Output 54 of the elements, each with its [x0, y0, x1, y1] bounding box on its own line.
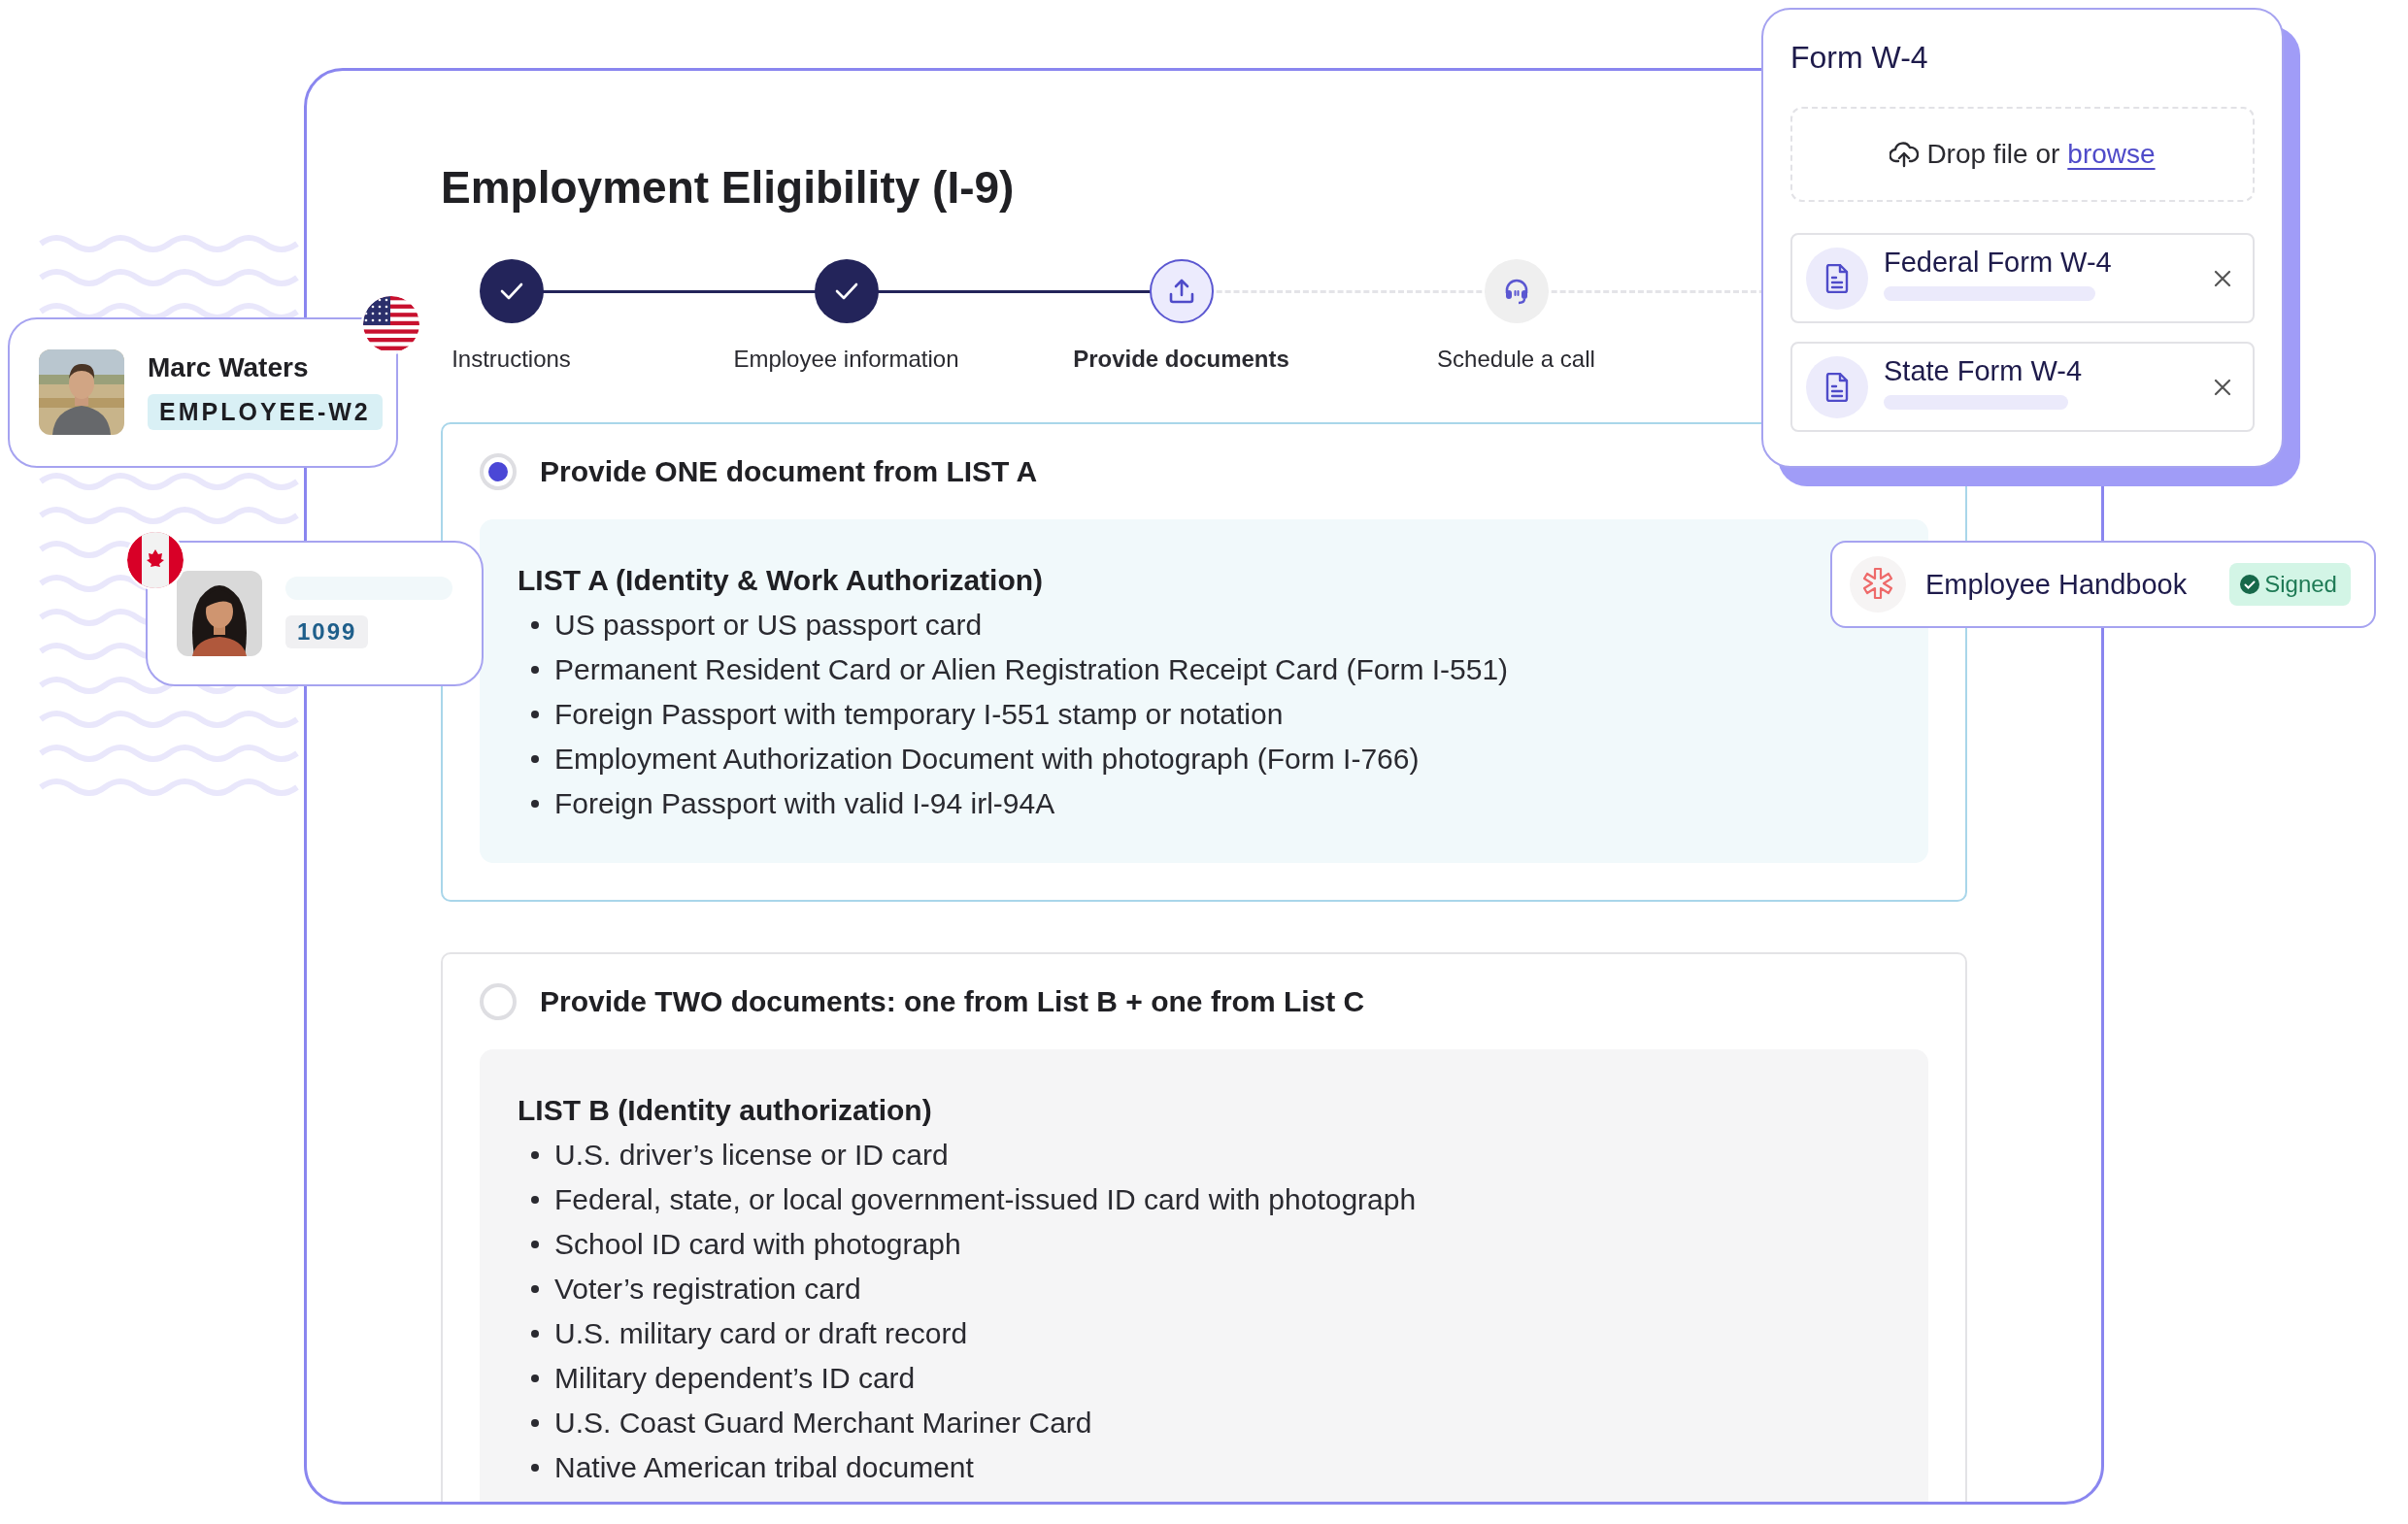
- bullet-icon: [531, 666, 539, 674]
- document-item: Foreign Passport with temporary I-551 stamp or notation: [554, 698, 1284, 731]
- document-title: Employee Handbook: [1925, 568, 2188, 601]
- employee-type-tag: EMPLOYEE-W2: [148, 394, 383, 430]
- cloud-upload-icon: [1890, 141, 1920, 168]
- option-heading: Provide ONE document from LIST A: [540, 455, 1038, 488]
- bullet-icon: [531, 621, 539, 629]
- form-title: Employment Eligibility (I-9): [441, 161, 1016, 215]
- bullet-icon: [531, 1285, 539, 1293]
- employee-name: Marc Waters: [148, 351, 309, 384]
- close-icon: [2214, 378, 2231, 396]
- document-item: Federal, state, or local government-issued ID card with photograph: [554, 1183, 1417, 1216]
- document-item: US passport or US passport card: [554, 609, 983, 642]
- option-heading: Provide TWO documents: one from List B + one from List C: [540, 985, 1365, 1018]
- document-item: Native American tribal document: [554, 1451, 974, 1484]
- document-item: Employment Authorization Document with photograph (Form I-766): [554, 743, 1420, 776]
- bullet-icon: [531, 1419, 539, 1427]
- status-text: Signed: [2264, 571, 2337, 598]
- bullet-icon: [531, 1196, 539, 1204]
- list-title: LIST A (Identity & Work Authorization): [518, 563, 1044, 598]
- document-item: School ID card with photograph: [554, 1228, 961, 1261]
- bullet-icon: [531, 711, 539, 718]
- bullet-icon: [531, 755, 539, 763]
- drop-text: Drop file or: [1926, 139, 2060, 170]
- radio-button[interactable]: [480, 453, 517, 490]
- bullet-icon: [531, 1330, 539, 1338]
- step-label: Schedule a call: [1437, 345, 1595, 374]
- document-item: U.S. military card or draft record: [554, 1317, 968, 1350]
- document-item: Voter’s registration card: [554, 1273, 861, 1306]
- document-item: U.S. Coast Guard Merchant Mariner Card: [554, 1407, 1092, 1440]
- bullet-icon: [531, 1375, 539, 1382]
- close-icon: [2214, 269, 2231, 287]
- card-title: Form W-4: [1790, 39, 1929, 77]
- browse-link[interactable]: browse: [2067, 139, 2156, 170]
- bullet-icon: [531, 1464, 539, 1472]
- radio-button[interactable]: [480, 983, 517, 1020]
- file-name: Federal Form W-4: [1884, 246, 2112, 279]
- drop-zone[interactable]: Drop file or browse: [1790, 107, 2255, 202]
- check-icon: [499, 282, 523, 300]
- document-item: Foreign Passport with valid I-94 irl-94A: [554, 787, 1055, 820]
- list-title: LIST B (Identity authorization): [518, 1093, 932, 1128]
- step-label: Provide documents: [1073, 345, 1289, 374]
- file-name: State Form W-4: [1884, 354, 2083, 387]
- step-label: Employee information: [733, 345, 959, 374]
- step-label: Instructions: [452, 345, 571, 374]
- document-item: Military dependent’s ID card: [554, 1362, 916, 1395]
- employee-type-tag: 1099: [285, 615, 369, 648]
- bullet-icon: [531, 1151, 539, 1159]
- bullet-icon: [531, 800, 539, 808]
- document-item: U.S. driver’s license or ID card: [554, 1139, 949, 1172]
- check-circle-icon: [2239, 574, 2261, 595]
- document-item: Permanent Resident Card or Alien Registration Receipt Card (Form I-551): [554, 653, 1509, 686]
- check-icon: [834, 282, 858, 300]
- bullet-icon: [531, 1241, 539, 1248]
